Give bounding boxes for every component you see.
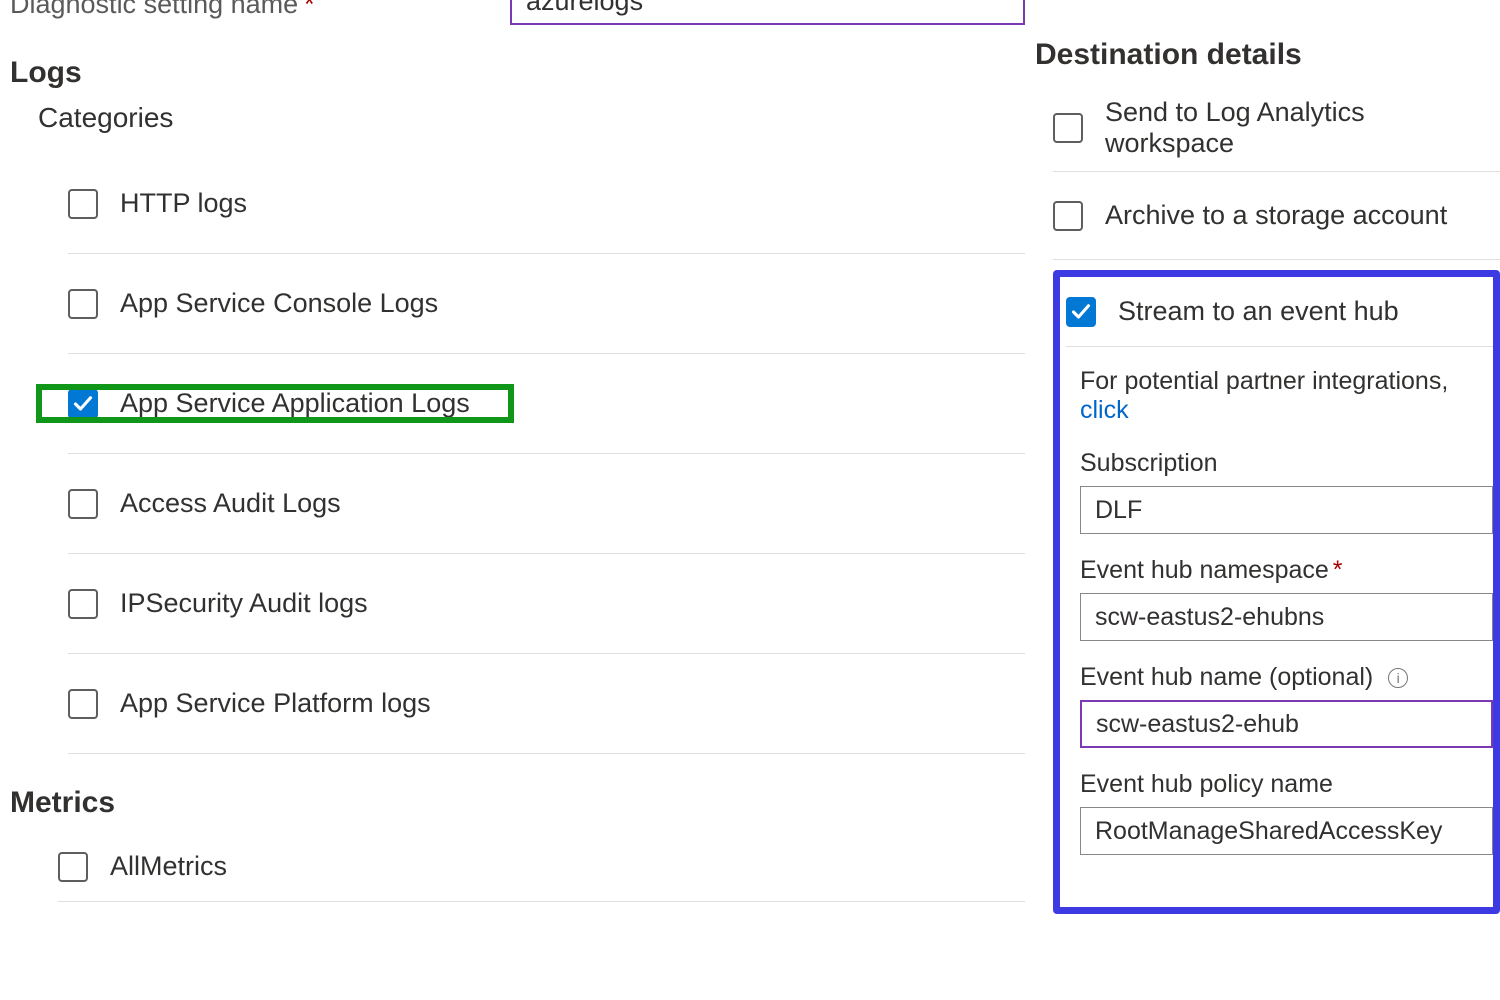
destination-details-heading: Destination details bbox=[1035, 38, 1500, 72]
log-row-access-audit: Access Audit Logs bbox=[68, 454, 1025, 554]
log-label: HTTP logs bbox=[120, 188, 247, 219]
event-hub-policy-label: Event hub policy name bbox=[1080, 770, 1493, 799]
log-row-console-logs: App Service Console Logs bbox=[68, 254, 1025, 354]
checkbox-log-analytics[interactable] bbox=[1053, 113, 1083, 143]
subscription-label: Subscription bbox=[1080, 449, 1493, 478]
log-label: IPSecurity Audit logs bbox=[120, 588, 368, 619]
logs-heading: Logs bbox=[10, 56, 1025, 90]
metrics-label: AllMetrics bbox=[110, 851, 227, 882]
checkbox-event-hub[interactable] bbox=[1066, 297, 1096, 327]
dest-label: Send to Log Analytics workspace bbox=[1105, 97, 1500, 159]
log-label: App Service Application Logs bbox=[120, 388, 470, 419]
partner-integrations-hint: For potential partner integrations, clic… bbox=[1080, 367, 1493, 425]
metrics-row-allmetrics: AllMetrics bbox=[58, 832, 1025, 902]
event-hub-name-select[interactable]: scw-eastus2-ehub bbox=[1080, 700, 1493, 748]
required-star-icon: * bbox=[304, 0, 315, 19]
log-label: Access Audit Logs bbox=[120, 488, 341, 519]
required-star-icon: * bbox=[1333, 556, 1343, 584]
diagnostic-setting-name-label: Diagnostic setting name * bbox=[10, 0, 510, 20]
checkbox-ipsecurity-audit[interactable] bbox=[68, 589, 98, 619]
event-hub-name-label: Event hub name (optional) i bbox=[1080, 663, 1493, 692]
dest-row-event-hub: Stream to an event hub bbox=[1066, 277, 1493, 347]
checkmark-icon bbox=[73, 394, 93, 414]
diagnostic-setting-name-row: Diagnostic setting name * bbox=[10, 0, 1025, 24]
checkbox-application-logs[interactable] bbox=[68, 389, 98, 419]
dest-row-storage: Archive to a storage account bbox=[1053, 172, 1500, 260]
checkbox-console-logs[interactable] bbox=[68, 289, 98, 319]
namespace-value: scw-eastus2-ehubns bbox=[1095, 603, 1324, 632]
checkbox-http-logs[interactable] bbox=[68, 189, 98, 219]
namespace-label-text: Event hub namespace bbox=[1080, 556, 1329, 584]
log-row-application-logs: App Service Application Logs bbox=[68, 354, 1025, 454]
dest-label: Archive to a storage account bbox=[1105, 200, 1447, 231]
checkbox-storage[interactable] bbox=[1053, 201, 1083, 231]
checkmark-icon bbox=[1071, 302, 1091, 322]
log-row-http-logs: HTTP logs bbox=[68, 154, 1025, 254]
metrics-heading: Metrics bbox=[10, 786, 1025, 820]
log-categories-list: HTTP logs App Service Console Logs App S… bbox=[68, 154, 1025, 754]
log-label: App Service Console Logs bbox=[120, 288, 438, 319]
event-hub-details: For potential partner integrations, clic… bbox=[1080, 347, 1493, 855]
diagnostic-setting-name-input[interactable] bbox=[510, 0, 1025, 25]
categories-heading: Categories bbox=[38, 102, 1025, 134]
event-hub-policy-select[interactable]: RootManageSharedAccessKey bbox=[1080, 807, 1493, 855]
info-icon[interactable]: i bbox=[1388, 668, 1408, 688]
checkbox-allmetrics[interactable] bbox=[58, 852, 88, 882]
subscription-value: DLF bbox=[1095, 496, 1142, 525]
dest-row-log-analytics: Send to Log Analytics workspace bbox=[1053, 84, 1500, 172]
subscription-select[interactable]: DLF bbox=[1080, 486, 1493, 534]
policy-value: RootManageSharedAccessKey bbox=[1095, 817, 1442, 846]
checkbox-platform-logs[interactable] bbox=[68, 689, 98, 719]
partner-integrations-link[interactable]: click bbox=[1080, 396, 1129, 424]
destination-options-list: Send to Log Analytics workspace Archive … bbox=[1053, 84, 1500, 914]
event-hub-name-label-text: Event hub name (optional) bbox=[1080, 663, 1373, 691]
hint-prefix: For potential partner integrations, bbox=[1080, 367, 1448, 395]
event-hub-highlight-panel: Stream to an event hub For potential par… bbox=[1053, 270, 1500, 914]
event-hub-namespace-label: Event hub namespace* bbox=[1080, 556, 1493, 585]
log-row-ipsecurity-audit: IPSecurity Audit logs bbox=[68, 554, 1025, 654]
event-hub-name-value: scw-eastus2-ehub bbox=[1096, 710, 1299, 739]
log-row-platform-logs: App Service Platform logs bbox=[68, 654, 1025, 754]
diagnostic-setting-name-label-text: Diagnostic setting name bbox=[10, 0, 298, 19]
event-hub-namespace-select[interactable]: scw-eastus2-ehubns bbox=[1080, 593, 1493, 641]
log-label: App Service Platform logs bbox=[120, 688, 431, 719]
dest-label: Stream to an event hub bbox=[1118, 296, 1399, 327]
checkbox-access-audit[interactable] bbox=[68, 489, 98, 519]
metrics-list: AllMetrics bbox=[58, 832, 1025, 902]
